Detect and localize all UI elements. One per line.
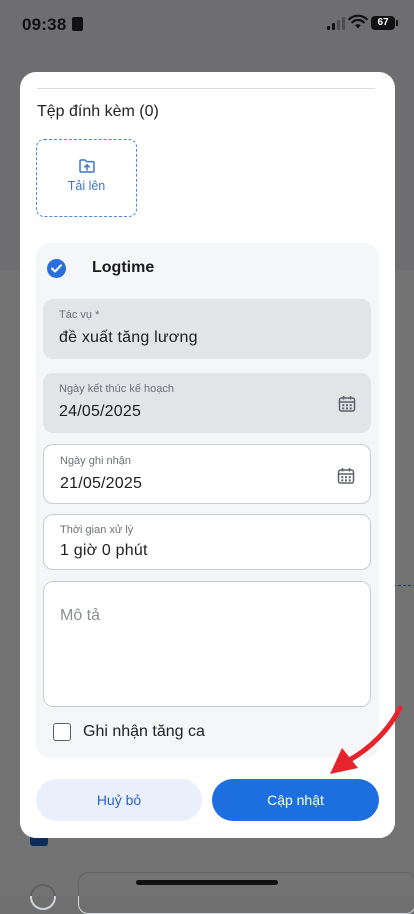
attachments-title: Tệp đính kèm (0): [37, 103, 159, 120]
recorded-date-value: 21/05/2025: [60, 475, 143, 492]
divider: [37, 88, 375, 89]
description-textarea[interactable]: Mô tả: [43, 581, 371, 707]
check-circle-icon: [51, 264, 62, 273]
logtime-label: Logtime: [92, 259, 155, 276]
calendar-icon[interactable]: [338, 395, 356, 413]
calendar-icon[interactable]: [337, 467, 355, 485]
planned-end-date-value: 24/05/2025: [59, 403, 142, 420]
logtime-section: Logtime Tác vụ * đề xuất tăng lương Ngày…: [36, 243, 379, 758]
processing-time-label: Thời gian xử lý: [60, 524, 134, 536]
overtime-option[interactable]: Ghi nhận tăng ca: [53, 722, 253, 744]
task-field[interactable]: Tác vụ * đề xuất tăng lương: [43, 299, 371, 359]
battery-icon: 67: [371, 16, 398, 30]
signal-icon: [327, 17, 345, 30]
task-field-label: Tác vụ *: [59, 309, 100, 321]
logtime-checkbox[interactable]: [47, 259, 66, 278]
update-button[interactable]: Cập nhật: [212, 779, 379, 821]
upload-button[interactable]: Tải lên: [36, 139, 137, 217]
processing-time-field[interactable]: Thời gian xử lý 1 giờ 0 phút: [43, 514, 371, 570]
home-indicator: [136, 880, 278, 885]
sim-icon: [72, 17, 83, 31]
logtime-modal: Tệp đính kèm (0) Tải lên Logtime Tác vụ …: [20, 72, 395, 838]
overtime-checkbox[interactable]: [53, 723, 71, 741]
planned-end-date-field[interactable]: Ngày kết thúc kế hoạch 24/05/2025: [43, 373, 371, 433]
wifi-icon: [348, 14, 368, 29]
upload-label: Tải lên: [67, 179, 106, 193]
description-placeholder: Mô tả: [60, 607, 101, 624]
status-time: 09:38: [22, 15, 67, 34]
task-field-value: đề xuất tăng lương: [59, 329, 198, 346]
recorded-date-field[interactable]: Ngày ghi nhận 21/05/2025: [43, 444, 371, 504]
status-bar: 09:38 67: [0, 0, 414, 48]
processing-time-value: 1 giờ 0 phút: [60, 542, 148, 559]
cancel-button[interactable]: Huỷ bỏ: [36, 779, 202, 821]
recorded-date-label: Ngày ghi nhận: [60, 455, 131, 467]
folder-upload-icon: [78, 159, 95, 173]
planned-end-date-label: Ngày kết thúc kế hoạch: [59, 383, 174, 395]
modal-footer: Huỷ bỏ Cập nhật: [20, 768, 395, 838]
overtime-label: Ghi nhận tăng ca: [83, 723, 205, 740]
